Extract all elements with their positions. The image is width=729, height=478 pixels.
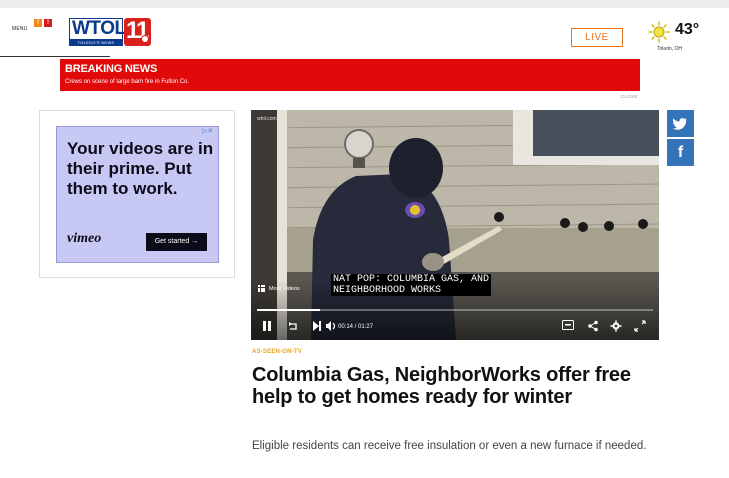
logo-text: WTOL [72, 18, 126, 39]
ad-cta-button[interactable]: Get started → [146, 233, 207, 251]
gear-icon[interactable] [609, 320, 623, 334]
caption-line-2: NEIGHBORHOOD WORKS [333, 285, 442, 296]
nav-divider [0, 56, 110, 57]
cbs-eye-icon [141, 35, 149, 43]
video-progress-fill [257, 309, 321, 311]
vimeo-ad[interactable]: ▷✕ Your videos are in their prime. Put t… [56, 126, 219, 263]
alert-badge-orange[interactable]: ! [34, 19, 42, 27]
video-player[interactable]: wtol.com More Videos NAT POP: COLUMBIA G… [251, 110, 659, 340]
breaking-news-text[interactable]: Crews on scene of large barn fire in Ful… [65, 79, 189, 85]
twitter-share-button[interactable] [667, 110, 694, 137]
ad-headline: Your videos are in their prime. Put them… [67, 139, 214, 198]
facebook-share-button[interactable]: f [667, 139, 694, 166]
ad-brand-logo: vimeo [67, 231, 102, 246]
share-icon[interactable] [586, 320, 600, 334]
weather-widget[interactable]: 43° Toledo, OH [648, 21, 723, 53]
video-controls: 00:14 / 01:27 [251, 317, 659, 337]
weather-city: Toledo, OH [657, 46, 683, 52]
breaking-news-close[interactable]: CLOSE [621, 94, 638, 99]
volume-icon[interactable] [325, 320, 337, 334]
menu-button[interactable]: MENU [12, 26, 28, 32]
logo-channel-number: 11 [124, 18, 151, 46]
site-logo[interactable]: WTOL TOLEDO'S NEWS LEADER 11 [69, 18, 151, 51]
caption-line-1: NAT POP: COLUMBIA GAS, AND [333, 274, 490, 285]
pause-icon[interactable] [261, 320, 273, 334]
alert-badge-red[interactable]: ! [44, 19, 52, 27]
page: MENU ! ! WTOL TOLEDO'S NEWS LEADER 11 LI… [0, 0, 729, 478]
captions-icon[interactable] [561, 320, 575, 334]
adchoices-icon[interactable]: ▷✕ [202, 128, 216, 136]
video-watermark: wtol.com [257, 116, 277, 122]
video-current-time: 00:14 [338, 324, 354, 330]
live-button[interactable]: LIVE [571, 28, 623, 47]
video-frame [251, 110, 659, 340]
alert-badges[interactable]: ! ! [34, 19, 52, 27]
article-subhead: Eligible residents can receive free insu… [252, 440, 647, 452]
ad-container: ▷✕ Your videos are in their prime. Put t… [39, 110, 235, 278]
article-kicker[interactable]: AS-SEEN-ON-TV [252, 349, 302, 355]
top-band [0, 0, 729, 8]
fullscreen-icon[interactable] [633, 320, 647, 334]
next-icon[interactable] [311, 320, 323, 334]
breaking-news-title: BREAKING NEWS [65, 63, 158, 75]
grid-icon [258, 285, 265, 292]
video-progress-bar[interactable] [257, 309, 653, 311]
facebook-icon: f [677, 144, 684, 161]
video-duration: 01:27 [358, 324, 374, 330]
twitter-icon [672, 118, 687, 130]
article-headline: Columbia Gas, NeighborWorks offer free h… [252, 364, 631, 408]
site-header: MENU ! ! WTOL TOLEDO'S NEWS LEADER 11 LI… [0, 8, 729, 52]
replay-icon[interactable] [286, 320, 300, 334]
sun-icon [648, 21, 670, 43]
video-time: 00:14 / 01:27 [338, 320, 373, 334]
closed-caption: NAT POP: COLUMBIA GAS, AND NEIGHBORHOOD … [331, 274, 492, 296]
weather-temperature: 43° [675, 21, 700, 38]
logo-wordmark: WTOL [69, 18, 126, 40]
logo-tagline: TOLEDO'S NEWS LEADER [69, 40, 123, 51]
more-videos-button[interactable]: More Videos [258, 285, 300, 292]
more-videos-label: More Videos [269, 285, 300, 292]
breaking-news-banner[interactable]: BREAKING NEWS Crews on scene of large ba… [60, 59, 640, 91]
